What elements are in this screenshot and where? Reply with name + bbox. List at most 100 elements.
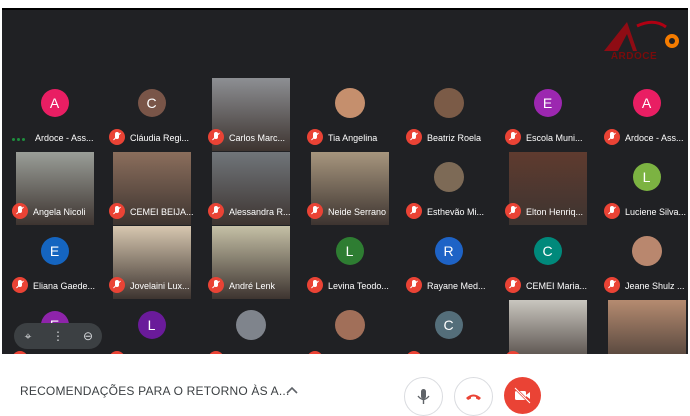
mic-icon bbox=[417, 389, 430, 404]
participant-tile[interactable]: Esthevão Mi... bbox=[400, 152, 497, 225]
participant-avatar: R bbox=[434, 237, 463, 265]
participant-tile[interactable]: LLizia Mara W... bbox=[103, 300, 200, 356]
participant-avatar: L bbox=[335, 237, 364, 265]
remove-circle-icon[interactable]: ⊖ bbox=[74, 323, 102, 349]
camera-button[interactable] bbox=[504, 377, 541, 414]
participant-name: Rayane Med... bbox=[427, 281, 486, 291]
muted-mic-icon bbox=[307, 129, 323, 145]
meeting-title[interactable]: RECOMENDAÇÕES PARA O RETORNO ÀS A... bbox=[20, 384, 289, 398]
meeting-toolbar: RECOMENDAÇÕES PARA O RETORNO ÀS A... bbox=[0, 354, 690, 416]
participant-tile[interactable]: Angela Nicoli bbox=[6, 152, 103, 225]
participant-name: Tia Angelina bbox=[328, 133, 378, 143]
muted-mic-icon bbox=[406, 129, 422, 145]
participant-tile[interactable]: Viviane Marti... bbox=[499, 300, 596, 356]
muted-mic-icon bbox=[406, 203, 422, 219]
tile-controls[interactable]: ⌖ ⋮ ⊖ bbox=[14, 323, 102, 349]
muted-mic-icon bbox=[208, 129, 224, 145]
more-options-icon[interactable]: ⋮ bbox=[44, 323, 72, 349]
participant-tile[interactable]: A Ardoce - Ass... bbox=[6, 78, 103, 151]
participant-tile[interactable]: C CEMEI Maria... bbox=[499, 226, 596, 299]
muted-mic-icon bbox=[307, 203, 323, 219]
participant-name: Levina Teodo... bbox=[328, 281, 389, 291]
participant-name: André Lenk bbox=[229, 281, 276, 291]
participant-tile[interactable]: Jeane Shulz ... bbox=[598, 226, 688, 299]
muted-mic-icon bbox=[109, 277, 125, 293]
participant-name: CEMEI BEIJA... bbox=[130, 207, 194, 217]
participant-tile[interactable]: A Ardoce - Ass... bbox=[598, 78, 688, 151]
participant-name: Beatriz Roela bbox=[427, 133, 482, 143]
participant-tile[interactable]: Aline Valeria ... bbox=[598, 300, 688, 356]
participant-name: Alessandra R... bbox=[229, 207, 291, 217]
muted-mic-icon bbox=[109, 203, 125, 219]
participant-name: Ardoce - Ass... bbox=[35, 133, 94, 143]
ardoce-logo: ARDOCE bbox=[600, 18, 684, 62]
participant-name: Jeane Shulz ... bbox=[625, 281, 685, 291]
camera-off-icon bbox=[514, 387, 531, 404]
participant-tile[interactable]: L Levina Teodo... bbox=[301, 226, 398, 299]
muted-mic-icon bbox=[208, 203, 224, 219]
participant-avatar: L bbox=[632, 163, 661, 191]
participant-name: Ardoce - Ass... bbox=[625, 133, 684, 143]
meet-window: ARDOCE A Ardoce - Ass... C Cláudia Regi... C… bbox=[0, 0, 690, 416]
participant-name: Neide Serrano bbox=[328, 207, 387, 217]
participant-tile[interactable]: Alessandra R... bbox=[202, 152, 299, 225]
muted-mic-icon bbox=[505, 277, 521, 293]
muted-mic-icon bbox=[307, 277, 323, 293]
participant-name: Eliana Gaede... bbox=[33, 281, 96, 291]
participant-tile[interactable]: Jovelaini Lux... bbox=[103, 226, 200, 299]
participant-avatar: C bbox=[137, 89, 166, 117]
participant-name: Carlos Marc... bbox=[229, 133, 286, 143]
speaking-indicator-icon bbox=[12, 137, 26, 141]
brand-name: ARDOCE bbox=[610, 51, 658, 62]
participant-avatar: C bbox=[434, 311, 463, 339]
participant-tile[interactable]: CCamilla Quer... bbox=[400, 300, 497, 356]
participant-avatar: C bbox=[533, 237, 562, 265]
participant-tile[interactable]: EElizana Rocha⌖⋮⊖ bbox=[6, 300, 103, 356]
participant-photo bbox=[433, 162, 464, 192]
muted-mic-icon bbox=[12, 203, 28, 219]
participant-photo bbox=[433, 88, 464, 118]
participant-avatar: E bbox=[40, 237, 69, 265]
participant-tile[interactable]: Elton Henriq... bbox=[499, 152, 596, 225]
participant-tile[interactable]: Carlos Marc... bbox=[202, 78, 299, 151]
participant-video bbox=[508, 300, 587, 356]
participant-tile[interactable]: Beatriz Roela bbox=[400, 78, 497, 151]
participant-avatar: L bbox=[137, 311, 166, 339]
muted-mic-icon bbox=[604, 277, 620, 293]
participant-tile[interactable]: CEMEI BEIJA... bbox=[103, 152, 200, 225]
muted-mic-icon bbox=[505, 203, 521, 219]
participant-tile[interactable]: André Lenk bbox=[202, 226, 299, 299]
participant-name: CEMEI Maria... bbox=[526, 281, 588, 291]
participant-tile[interactable]: L Luciene Silva... bbox=[598, 152, 688, 225]
participant-tile[interactable]: C Cláudia Regi... bbox=[103, 78, 200, 151]
participant-avatar: A bbox=[632, 89, 661, 117]
participant-photo bbox=[334, 88, 365, 118]
participant-tile[interactable]: Neide Serrano bbox=[301, 152, 398, 225]
muted-mic-icon bbox=[604, 129, 620, 145]
participant-name: Jovelaini Lux... bbox=[130, 281, 190, 291]
hangup-button[interactable] bbox=[454, 377, 493, 416]
participant-photo bbox=[334, 310, 365, 340]
participant-tile[interactable]: Aline Valeria ... bbox=[301, 300, 398, 356]
participant-tile[interactable]: E Escola Muni... bbox=[499, 78, 596, 151]
chevron-up-icon[interactable] bbox=[286, 386, 298, 394]
participant-photo bbox=[631, 236, 662, 266]
participant-tile[interactable]: Tia Angelina bbox=[301, 78, 398, 151]
muted-mic-icon bbox=[604, 203, 620, 219]
participants-grid: ARDOCE A Ardoce - Ass... C Cláudia Regi... C… bbox=[2, 8, 688, 356]
participant-photo bbox=[235, 310, 266, 340]
participant-name: Esthevão Mi... bbox=[427, 207, 485, 217]
participant-tile[interactable]: E Eliana Gaede... bbox=[6, 226, 103, 299]
participant-name: Elton Henriq... bbox=[526, 207, 584, 217]
participant-name: Luciene Silva... bbox=[625, 207, 687, 217]
participant-tile[interactable]: R Rayane Med... bbox=[400, 226, 497, 299]
muted-mic-icon bbox=[406, 277, 422, 293]
pin-icon[interactable]: ⌖ bbox=[14, 323, 42, 349]
participant-name: Angela Nicoli bbox=[33, 207, 86, 217]
participant-name: Escola Muni... bbox=[526, 133, 583, 143]
mic-button[interactable] bbox=[404, 377, 443, 416]
participant-avatar: E bbox=[533, 89, 562, 117]
participant-tile[interactable]: Gilseli Cortel... bbox=[202, 300, 299, 356]
muted-mic-icon bbox=[208, 277, 224, 293]
participant-name: Cláudia Regi... bbox=[130, 133, 190, 143]
